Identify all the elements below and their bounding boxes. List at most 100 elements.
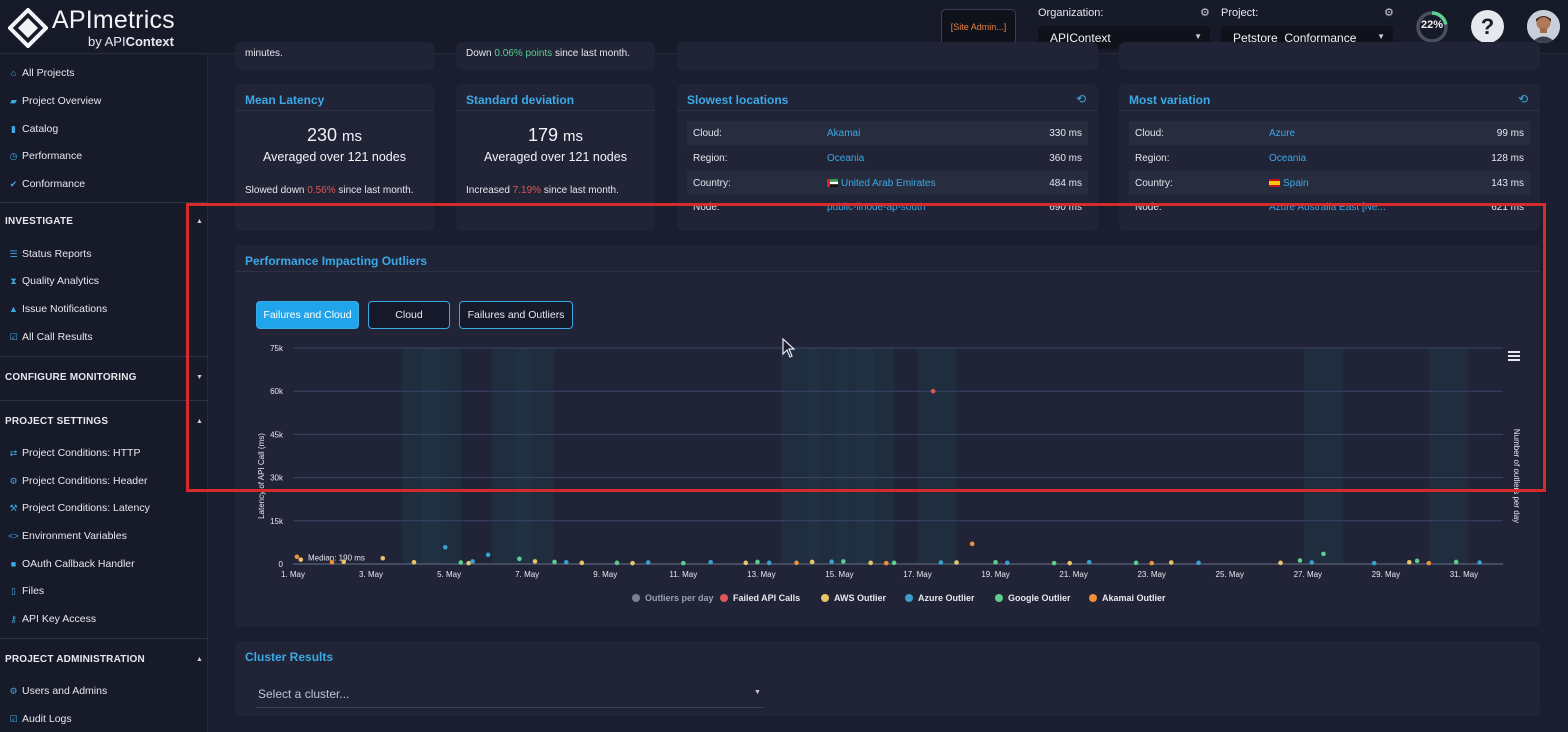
location-link[interactable]: United Arab Emirates (827, 178, 936, 189)
location-row: Cloud: Akamai 330 ms (687, 121, 1088, 145)
tab-failures-and-cloud[interactable]: Failures and Cloud (256, 301, 359, 329)
outliers-chart[interactable]: 0 15k 30k 45k 60k 75k 1. May 3. May 5. May 7. May… (235, 336, 1535, 586)
section-configure-monitoring[interactable]: CONFIGURE MONITORING (5, 372, 137, 383)
location-row: Region: Oceania 360 ms (693, 153, 1082, 164)
brand-subtitle: by APIContext (88, 34, 174, 49)
legend-item[interactable]: AWS Outlier (821, 591, 886, 605)
check-icon: ✔ (9, 178, 18, 189)
y-tick-label: 30k (270, 474, 284, 483)
sidebar-item-conformance[interactable]: ✔ Conformance (8, 178, 85, 190)
help-button[interactable]: ? (1471, 10, 1504, 43)
data-point (517, 556, 522, 562)
x-tick-label: 3. May (359, 570, 383, 579)
section-investigate[interactable]: INVESTIGATE (5, 216, 73, 227)
legend-dot-icon (1089, 594, 1097, 602)
partial-card: minutes. (235, 42, 434, 70)
sidebar-item-files[interactable]: ▯ Files (8, 585, 44, 597)
location-link[interactable]: Oceania (827, 153, 864, 164)
x-tick-label: 9. May (593, 570, 617, 579)
avatar[interactable] (1527, 10, 1560, 43)
legend-item[interactable]: Azure Outlier (905, 591, 975, 605)
project-gear-icon[interactable]: ⚙ (1384, 6, 1394, 19)
chevron-down-icon[interactable]: ▼ (196, 374, 203, 381)
x-tick-label: 25. May (1216, 570, 1244, 579)
refresh-icon[interactable]: ⟲ (1518, 92, 1528, 106)
sidebar-item-api-key-access[interactable]: ⚷ API Key Access (8, 613, 96, 625)
sidebar-item-audit-logs[interactable]: ☑ Audit Logs (8, 713, 71, 725)
x-tick-label: 13. May (747, 570, 775, 579)
outlier-day-band (917, 348, 957, 564)
location-link[interactable]: Oceania (1269, 153, 1306, 164)
card-title: Most variation (1129, 93, 1211, 107)
chevron-up-icon[interactable]: ▲ (196, 418, 203, 425)
sidebar-item-users-admins[interactable]: ⚙ Users and Admins (8, 685, 107, 697)
location-link[interactable]: Spain (1269, 178, 1309, 189)
x-tick-label: 11. May (669, 570, 697, 579)
user-avatar-icon (1527, 10, 1560, 43)
mean-latency-value: 230 ms (306, 125, 363, 145)
sidebar-item-conditions-latency[interactable]: ⚒ Project Conditions: Latency (8, 502, 149, 514)
x-tick-label: 17. May (903, 570, 931, 579)
refresh-icon[interactable]: ⟲ (1076, 92, 1086, 106)
sidebar-item-environment-variables[interactable]: <> Environment Variables (8, 530, 127, 542)
section-project-settings[interactable]: PROJECT SETTINGS (5, 416, 108, 427)
sidebar-item-quality-analytics[interactable]: ⧗ Quality Analytics (8, 275, 99, 287)
hourglass-icon: ⧗ (10, 275, 17, 286)
sidebar-item-all-projects[interactable]: ⌂ All Projects (8, 67, 75, 79)
tab-cloud[interactable]: Cloud (368, 301, 450, 329)
cluster-select[interactable]: Select a cluster... (258, 687, 349, 701)
chevron-up-icon[interactable]: ▲ (196, 656, 203, 663)
location-link[interactable]: Azure (1269, 128, 1295, 139)
organization-gear-icon[interactable]: ⚙ (1200, 6, 1210, 19)
chart-menu-icon[interactable] (1508, 351, 1520, 363)
data-point (993, 559, 998, 565)
brand-name: APImetrics (52, 6, 175, 34)
tab-failures-and-outliers[interactable]: Failures and Outliers (459, 301, 573, 329)
data-point (1278, 560, 1283, 566)
apimetrics-logo-icon[interactable] (8, 8, 48, 48)
median-label: Median: 190 ms (308, 553, 365, 562)
legend-label: Failed API Calls (733, 593, 801, 603)
chevron-down-icon[interactable]: ▼ (754, 689, 761, 696)
legend-label: Akamai Outlier (1102, 593, 1166, 603)
legend-item[interactable]: Akamai Outlier (1089, 591, 1166, 605)
list-icon: ☰ (9, 248, 18, 259)
section-project-administration[interactable]: PROJECT ADMINISTRATION (5, 654, 145, 665)
data-point (841, 559, 846, 564)
site-admin-button[interactable]: [Site Admin...] (941, 9, 1016, 45)
chevron-up-icon[interactable]: ▲ (196, 218, 203, 225)
data-point (1149, 560, 1155, 566)
legend-label: Google Outlier (1008, 593, 1071, 603)
data-point (552, 559, 557, 565)
chevron-down-icon: ▼ (1194, 32, 1202, 41)
legend-item[interactable]: Google Outlier (995, 591, 1071, 605)
y-tick-label: 15k (270, 517, 284, 526)
sidebar-item-all-call-results[interactable]: ☑ All Call Results (8, 331, 92, 343)
sidebar-item-oauth-callback[interactable]: ■ OAuth Callback Handler (8, 558, 135, 570)
partial-card (1119, 42, 1540, 70)
data-point (645, 560, 651, 565)
mean-latency-card: Mean Latency 230 ms Averaged over 121 no… (235, 84, 434, 231)
location-link[interactable]: public-linode-ap-south (827, 202, 925, 213)
legend-item[interactable]: Outliers per day (632, 591, 714, 605)
sidebar-item-performance[interactable]: ◷ Performance (8, 150, 83, 162)
averaged-label: Averaged over 121 nodes (484, 150, 627, 164)
book-icon: ▮ (11, 123, 16, 134)
location-link[interactable]: Azure Australia East [Ne... (1269, 202, 1386, 213)
gear-icon: ⚙ (9, 475, 18, 486)
sidebar-item-project-overview[interactable]: ▰ Project Overview (8, 95, 101, 107)
sidebar-item-status-reports[interactable]: ☰ Status Reports (8, 248, 91, 260)
mouse-cursor-icon (782, 338, 796, 358)
location-row: Cloud: Azure 99 ms (1129, 121, 1530, 145)
sidebar-item-conditions-http[interactable]: ⇄ Project Conditions: HTTP (8, 447, 141, 459)
location-link[interactable]: Akamai (827, 128, 860, 139)
legend-item[interactable]: Failed API Calls (720, 591, 800, 605)
sidebar-item-catalog[interactable]: ▮ Catalog (8, 123, 58, 135)
data-point (1309, 560, 1315, 565)
checkbox-icon: ☑ (9, 331, 18, 342)
sidebar-item-conditions-header[interactable]: ⚙ Project Conditions: Header (8, 475, 147, 487)
partial-delta: Down 0.06% points since last month. (466, 48, 630, 59)
data-point (298, 557, 304, 562)
card-title: Cluster Results (245, 650, 334, 664)
sidebar-item-issue-notifications[interactable]: ▲ Issue Notifications (8, 303, 107, 315)
